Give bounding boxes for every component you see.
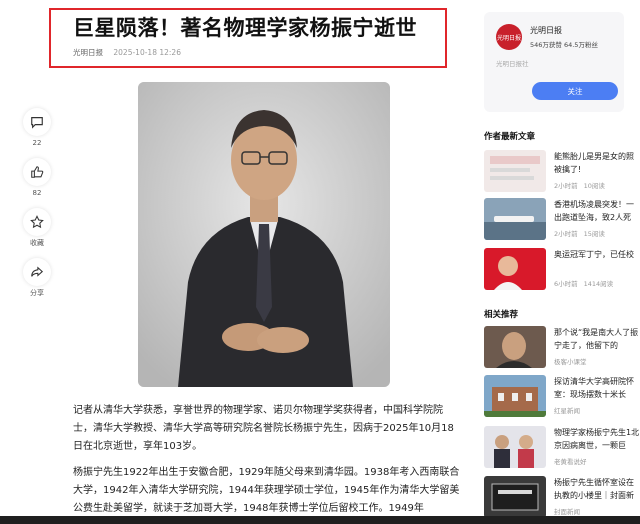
list-item[interactable]: 那个说“我是南大人了振宁走了，他留下的 极客小课堂 xyxy=(484,326,640,371)
news-meta: 6小时前 1414阅读 xyxy=(554,278,613,288)
title-highlight-box: 巨星陨落！著名物理学家杨振宁逝世 光明日报 2025-10-18 12:26 xyxy=(49,8,447,68)
news-title: 探访清华大学高研院怀室：现场摆数十米长 xyxy=(554,377,634,399)
author-avatar[interactable]: 光明日报 xyxy=(496,24,522,50)
share-label: 分享 xyxy=(30,289,44,297)
news-meta: 红星新闻 xyxy=(554,405,580,415)
list-item[interactable]: 能熊胎儿是男是女的照被擒了! 2小时前 10阅读 xyxy=(484,150,640,195)
news-thumbnail xyxy=(484,150,546,192)
news-time: 2小时前 xyxy=(554,230,578,238)
portrait-image xyxy=(138,82,390,387)
news-meta: 老黄看说好 xyxy=(554,456,587,466)
comment-action[interactable]: 22 xyxy=(22,108,52,148)
list-item[interactable]: 香港机场凌晨突发！一出跑道坠海，致2人死 2小时前 15阅读 xyxy=(484,198,640,243)
list-item[interactable]: 奥运冠军丁宁，已任校 6小时前 1414阅读 xyxy=(484,248,640,293)
related-heading: 相关推荐 xyxy=(484,310,519,320)
article-meta: 光明日报 2025-10-18 12:26 xyxy=(73,47,181,58)
author-card: 光明日报 光明日报 546万获赞 64.5万粉丝 光明日报社 关注 xyxy=(484,12,624,112)
news-thumbnail xyxy=(484,375,546,417)
news-reads: 10阅读 xyxy=(583,182,605,190)
share-action[interactable]: 分享 xyxy=(22,258,52,298)
comment-button[interactable] xyxy=(23,108,51,136)
news-reads: 1414阅读 xyxy=(583,280,614,288)
like-count: 82 xyxy=(32,189,42,197)
news-thumbnail xyxy=(484,476,546,518)
collect-label: 收藏 xyxy=(30,239,44,247)
news-time: 2小时前 xyxy=(554,182,578,190)
like-action[interactable]: 82 xyxy=(22,158,52,198)
collect-action[interactable]: 收藏 xyxy=(22,208,52,248)
news-meta: 2小时前 10阅读 xyxy=(554,180,605,190)
author-name[interactable]: 光明日报 xyxy=(530,25,562,36)
taskbar xyxy=(0,516,640,524)
author-description: 光明日报社 xyxy=(496,60,529,68)
follow-button[interactable]: 关注 xyxy=(532,82,618,100)
news-title: 奥运冠军丁宁，已任校 xyxy=(554,250,634,259)
latest-articles-heading: 作者最新文章 xyxy=(484,132,536,142)
list-item[interactable]: 探访清华大学高研院怀室：现场摆数十米长 红星新闻 xyxy=(484,375,640,420)
comment-icon xyxy=(31,117,43,129)
news-meta: 极客小课堂 xyxy=(554,356,587,366)
collect-button[interactable] xyxy=(23,208,51,236)
news-source: 封面新闻 xyxy=(554,508,580,516)
news-time: 6小时前 xyxy=(554,280,578,288)
list-item[interactable]: 杨振宁先生循怀室设在执教的小楼里｜封面新 封面新闻 xyxy=(484,476,640,521)
news-title: 能熊胎儿是男是女的照被擒了! xyxy=(554,152,634,174)
like-button[interactable] xyxy=(23,158,51,186)
news-title: 香港机场凌晨突发！一出跑道坠海，致2人死 xyxy=(554,200,634,222)
thumbs-up-icon xyxy=(31,166,44,178)
article-source[interactable]: 光明日报 xyxy=(73,48,103,57)
news-source: 红星新闻 xyxy=(554,407,580,415)
news-thumbnail xyxy=(484,248,546,290)
list-item[interactable]: 物理学家杨振宁先生1北京因病离世，一颗巨 老黄看说好 xyxy=(484,426,640,471)
article-paragraph: 记者从清华大学获悉，享誉世界的物理学家、诺贝尔物理学奖获得者，中国科学院院士，清… xyxy=(73,405,454,452)
article-photo xyxy=(138,82,390,387)
article-paragraph: 杨振宁先生1922年出生于安徽合肥，1929年随父母来到清华园。1938年考入西… xyxy=(73,467,460,514)
action-rail: 22 82 收藏 分享 xyxy=(22,108,52,308)
news-thumbnail xyxy=(484,198,546,240)
author-stats: 546万获赞 64.5万粉丝 xyxy=(530,41,598,49)
star-icon xyxy=(30,215,44,229)
news-title: 物理学家杨振宁先生1北京因病离世，一颗巨 xyxy=(554,428,640,450)
share-button[interactable] xyxy=(23,258,51,286)
news-source: 极客小课堂 xyxy=(554,358,587,366)
news-title: 那个说“我是南大人了振宁走了，他留下的 xyxy=(554,328,639,350)
news-reads: 15阅读 xyxy=(583,230,605,238)
news-source: 老黄看说好 xyxy=(554,458,587,466)
news-title: 杨振宁先生循怀室设在执教的小楼里｜封面新 xyxy=(554,478,634,500)
news-thumbnail xyxy=(484,426,546,468)
article-title: 巨星陨落！著名物理学家杨振宁逝世 xyxy=(73,16,417,40)
share-icon xyxy=(31,266,44,277)
news-meta: 封面新闻 xyxy=(554,506,580,516)
comment-count: 22 xyxy=(32,139,42,147)
news-thumbnail xyxy=(484,326,546,368)
article-date: 2025-10-18 12:26 xyxy=(113,48,181,57)
news-meta: 2小时前 15阅读 xyxy=(554,228,605,238)
